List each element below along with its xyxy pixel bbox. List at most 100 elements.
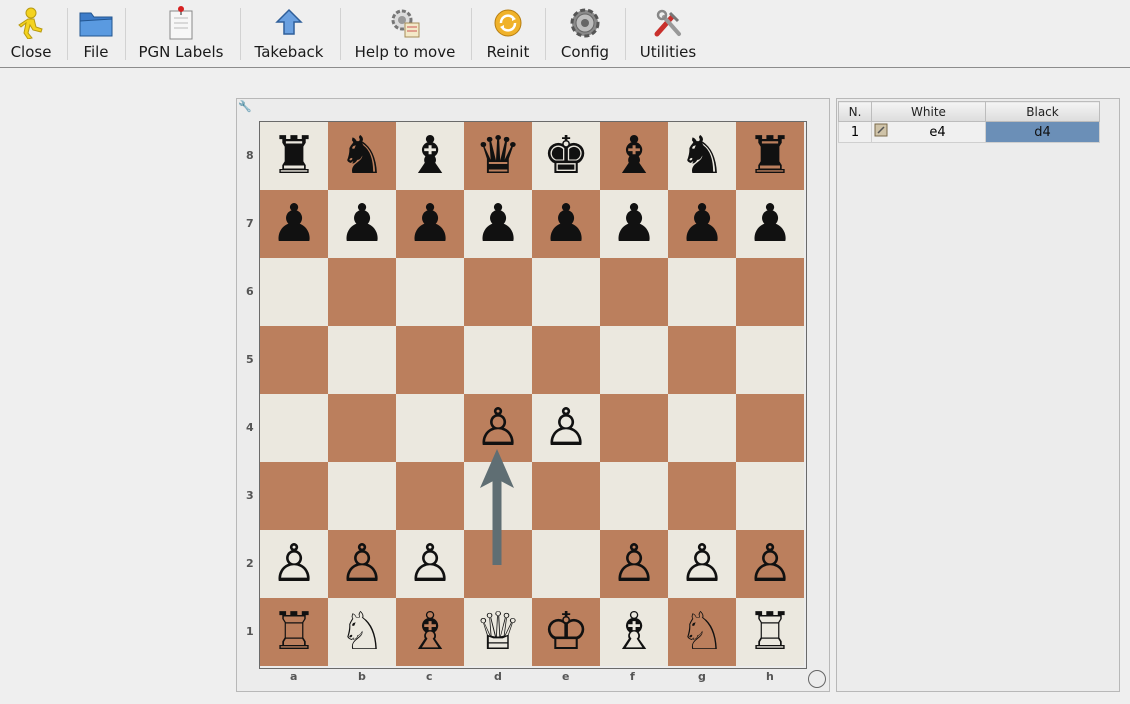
takeback-button[interactable]: Takeback (250, 0, 328, 66)
black-pawn-piece[interactable]: ♟ (668, 190, 736, 258)
utilities-button[interactable]: Utilities (638, 0, 698, 66)
white-pawn-piece[interactable]: ♙ (736, 530, 804, 598)
square-b6[interactable] (328, 258, 396, 326)
square-d5[interactable] (464, 326, 532, 394)
config-label: Config (560, 43, 610, 61)
square-a5[interactable] (260, 326, 328, 394)
white-pawn-piece[interactable]: ♙ (600, 530, 668, 598)
moves-panel (836, 98, 1120, 692)
white-bishop-piece[interactable]: ♗ (396, 598, 464, 666)
white-pawn-piece[interactable]: ♙ (464, 394, 532, 462)
config-button[interactable]: Config (558, 0, 612, 66)
black-move[interactable]: d4 (985, 121, 1100, 143)
white-pawn-piece[interactable]: ♙ (668, 530, 736, 598)
square-c4[interactable] (396, 394, 464, 462)
square-h3[interactable] (736, 462, 804, 530)
square-a3[interactable] (260, 462, 328, 530)
square-e3[interactable] (532, 462, 600, 530)
header-white[interactable]: White (871, 101, 986, 122)
status-indicator[interactable] (808, 670, 826, 688)
white-bishop-piece[interactable]: ♗ (600, 598, 668, 666)
rank-label: 1 (246, 625, 254, 638)
black-queen-piece[interactable]: ♛ (464, 122, 532, 190)
white-pawn-piece[interactable]: ♙ (396, 530, 464, 598)
help-to-move-label: Help to move (354, 43, 456, 61)
header-num[interactable]: N. (838, 101, 872, 122)
gear-icon (568, 6, 602, 40)
square-h4[interactable] (736, 394, 804, 462)
square-g6[interactable] (668, 258, 736, 326)
white-knight-piece[interactable]: ♘ (668, 598, 736, 666)
white-rook-piece[interactable]: ♖ (260, 598, 328, 666)
white-king-piece[interactable]: ♔ (532, 598, 600, 666)
file-label: b (358, 670, 366, 683)
square-d6[interactable] (464, 258, 532, 326)
utilities-label: Utilities (639, 43, 697, 61)
white-move[interactable]: e4 (890, 121, 986, 143)
square-c6[interactable] (396, 258, 464, 326)
file-label: File (83, 43, 109, 61)
reinit-button[interactable]: Reinit (484, 0, 532, 66)
square-b4[interactable] (328, 394, 396, 462)
black-pawn-piece[interactable]: ♟ (736, 190, 804, 258)
file-button[interactable]: File (74, 0, 118, 66)
close-label: Close (10, 43, 52, 61)
black-rook-piece[interactable]: ♜ (260, 122, 328, 190)
edit-comment-icon[interactable] (871, 121, 890, 143)
square-e2[interactable] (532, 530, 600, 598)
chess-board[interactable]: ♜ ♞ ♝ ♛ ♚ ♝ ♞ ♜ ♟ ♟ ♟ ♟ ♟ ♟ ♟ ♟ ♙ ♙ ♙ ♙ ♙ ♙ ♙ ♙ ♖ ♘ ♗ ♕ ♔ ♗ ♘ ♖ (259, 121, 807, 669)
black-knight-piece[interactable]: ♞ (668, 122, 736, 190)
black-pawn-piece[interactable]: ♟ (396, 190, 464, 258)
square-f5[interactable] (600, 326, 668, 394)
black-bishop-piece[interactable]: ♝ (396, 122, 464, 190)
square-b3[interactable] (328, 462, 396, 530)
black-bishop-piece[interactable]: ♝ (600, 122, 668, 190)
square-g3[interactable] (668, 462, 736, 530)
square-a6[interactable] (260, 258, 328, 326)
square-h5[interactable] (736, 326, 804, 394)
rank-label: 3 (246, 489, 254, 502)
file-label: d (494, 670, 502, 683)
white-knight-piece[interactable]: ♘ (328, 598, 396, 666)
black-rook-piece[interactable]: ♜ (736, 122, 804, 190)
square-c3[interactable] (396, 462, 464, 530)
help-to-move-button[interactable]: Help to move (352, 0, 458, 66)
pgn-labels-button[interactable]: PGN Labels (134, 0, 228, 66)
square-e5[interactable] (532, 326, 600, 394)
square-c5[interactable] (396, 326, 464, 394)
square-d3[interactable] (464, 462, 532, 530)
moves-table: N. White Black 1 e4 d4 (838, 101, 1100, 143)
wrench-icon[interactable]: 🔧 (238, 100, 252, 113)
square-d2[interactable] (464, 530, 532, 598)
close-button[interactable]: Close (6, 0, 56, 66)
white-pawn-piece[interactable]: ♙ (532, 394, 600, 462)
square-e6[interactable] (532, 258, 600, 326)
square-h6[interactable] (736, 258, 804, 326)
black-pawn-piece[interactable]: ♟ (464, 190, 532, 258)
separator (67, 8, 68, 60)
square-f3[interactable] (600, 462, 668, 530)
white-pawn-piece[interactable]: ♙ (328, 530, 396, 598)
square-a4[interactable] (260, 394, 328, 462)
tools-icon (651, 6, 685, 40)
rank-label: 2 (246, 557, 254, 570)
black-pawn-piece[interactable]: ♟ (328, 190, 396, 258)
black-knight-piece[interactable]: ♞ (328, 122, 396, 190)
square-b5[interactable] (328, 326, 396, 394)
black-pawn-piece[interactable]: ♟ (260, 190, 328, 258)
toolbar: Close File PGN Labels Takeback Help to m… (0, 0, 1130, 68)
square-g4[interactable] (668, 394, 736, 462)
white-pawn-piece[interactable]: ♙ (260, 530, 328, 598)
black-king-piece[interactable]: ♚ (532, 122, 600, 190)
reinit-icon (491, 6, 525, 40)
separator (625, 8, 626, 60)
square-f4[interactable] (600, 394, 668, 462)
square-f6[interactable] (600, 258, 668, 326)
black-pawn-piece[interactable]: ♟ (600, 190, 668, 258)
black-pawn-piece[interactable]: ♟ (532, 190, 600, 258)
header-black[interactable]: Black (985, 101, 1100, 122)
square-g5[interactable] (668, 326, 736, 394)
white-queen-piece[interactable]: ♕ (464, 598, 532, 666)
white-rook-piece[interactable]: ♖ (736, 598, 804, 666)
move-row[interactable]: 1 e4 d4 (838, 121, 1100, 143)
